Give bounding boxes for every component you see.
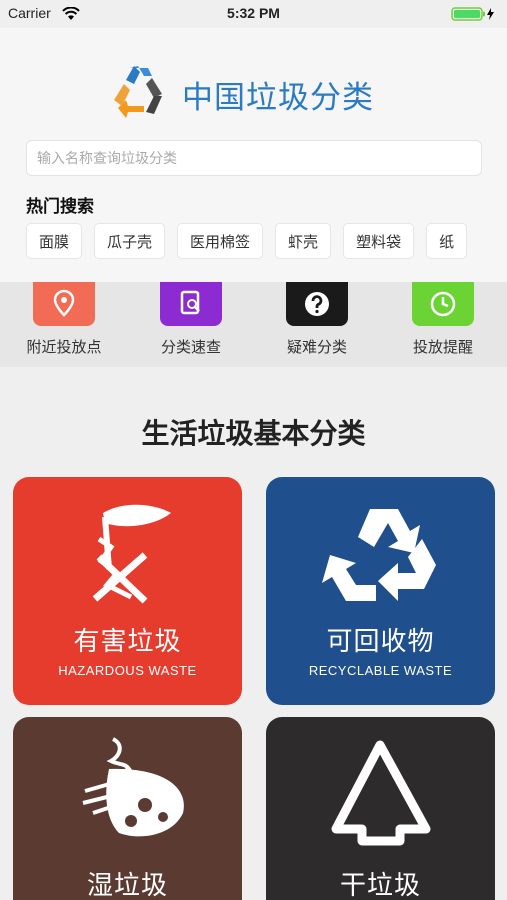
quick-nearby-points[interactable]: 附近投放点 [14,282,114,357]
hot-tag[interactable]: 塑料袋 [343,223,415,259]
section-title: 生活垃圾基本分类 [141,417,366,450]
quick-reminder[interactable]: 投放提醒 [393,282,493,357]
category-hazardous[interactable]: 有害垃圾 HAZARDOUS WASTE [13,477,242,705]
clock-icon [412,282,474,326]
quick-label: 分类速查 [160,338,221,356]
quick-label: 附近投放点 [26,338,102,356]
app-title: 中国垃圾分类 [182,79,374,116]
question-icon [286,282,348,326]
category-sub: RECYCLABLE WASTE [308,663,453,678]
quick-label: 投放提醒 [412,338,473,356]
header: 中国垃圾分类 输入名称查询垃圾分类 热门搜索 面膜 瓜子壳 医用棉签 虾壳 塑料… [0,28,507,282]
recycle-logo-icon [108,62,172,126]
category-recyclable[interactable]: 可回收物 RECYCLABLE WASTE [266,477,495,705]
hot-tag[interactable]: 面膜 [26,223,83,259]
hot-search-tags: 面膜 瓜子壳 医用棉签 虾壳 塑料袋 纸 [26,223,507,259]
search-placeholder: 输入名称查询垃圾分类 [37,151,177,167]
category-name: 湿垃圾 [86,871,168,900]
category-name: 干垃圾 [339,871,421,900]
hot-tag[interactable]: 医用棉签 [177,223,264,259]
hot-tag[interactable]: 虾壳 [275,223,332,259]
quick-actions: 附近投放点 分类速查 疑难分类 投放提醒 [0,282,507,367]
quick-label: 疑难分类 [286,338,347,356]
hot-tag[interactable]: 纸 [426,223,468,259]
battery-icon [451,6,497,21]
status-bar: Carrier 5:32 PM [0,0,507,28]
category-sub: HAZARDOUS WASTE [58,663,197,678]
quick-fast-lookup[interactable]: 分类速查 [141,282,241,357]
category-name: 有害垃圾 [73,627,182,657]
app-logo-row: 中国垃圾分类 [108,64,374,124]
category-dry[interactable]: 干垃圾 [266,717,495,900]
quick-difficult[interactable]: 疑难分类 [267,282,367,357]
document-search-icon [160,282,222,326]
search-input[interactable]: 输入名称查询垃圾分类 [26,140,482,176]
category-wet[interactable]: 湿垃圾 [13,717,242,900]
clock: 5:32 PM [227,5,280,21]
hot-tag[interactable]: 瓜子壳 [94,223,166,259]
map-pin-icon [33,282,95,326]
hot-search-title: 热门搜索 [26,197,94,217]
category-name: 可回收物 [326,627,435,657]
